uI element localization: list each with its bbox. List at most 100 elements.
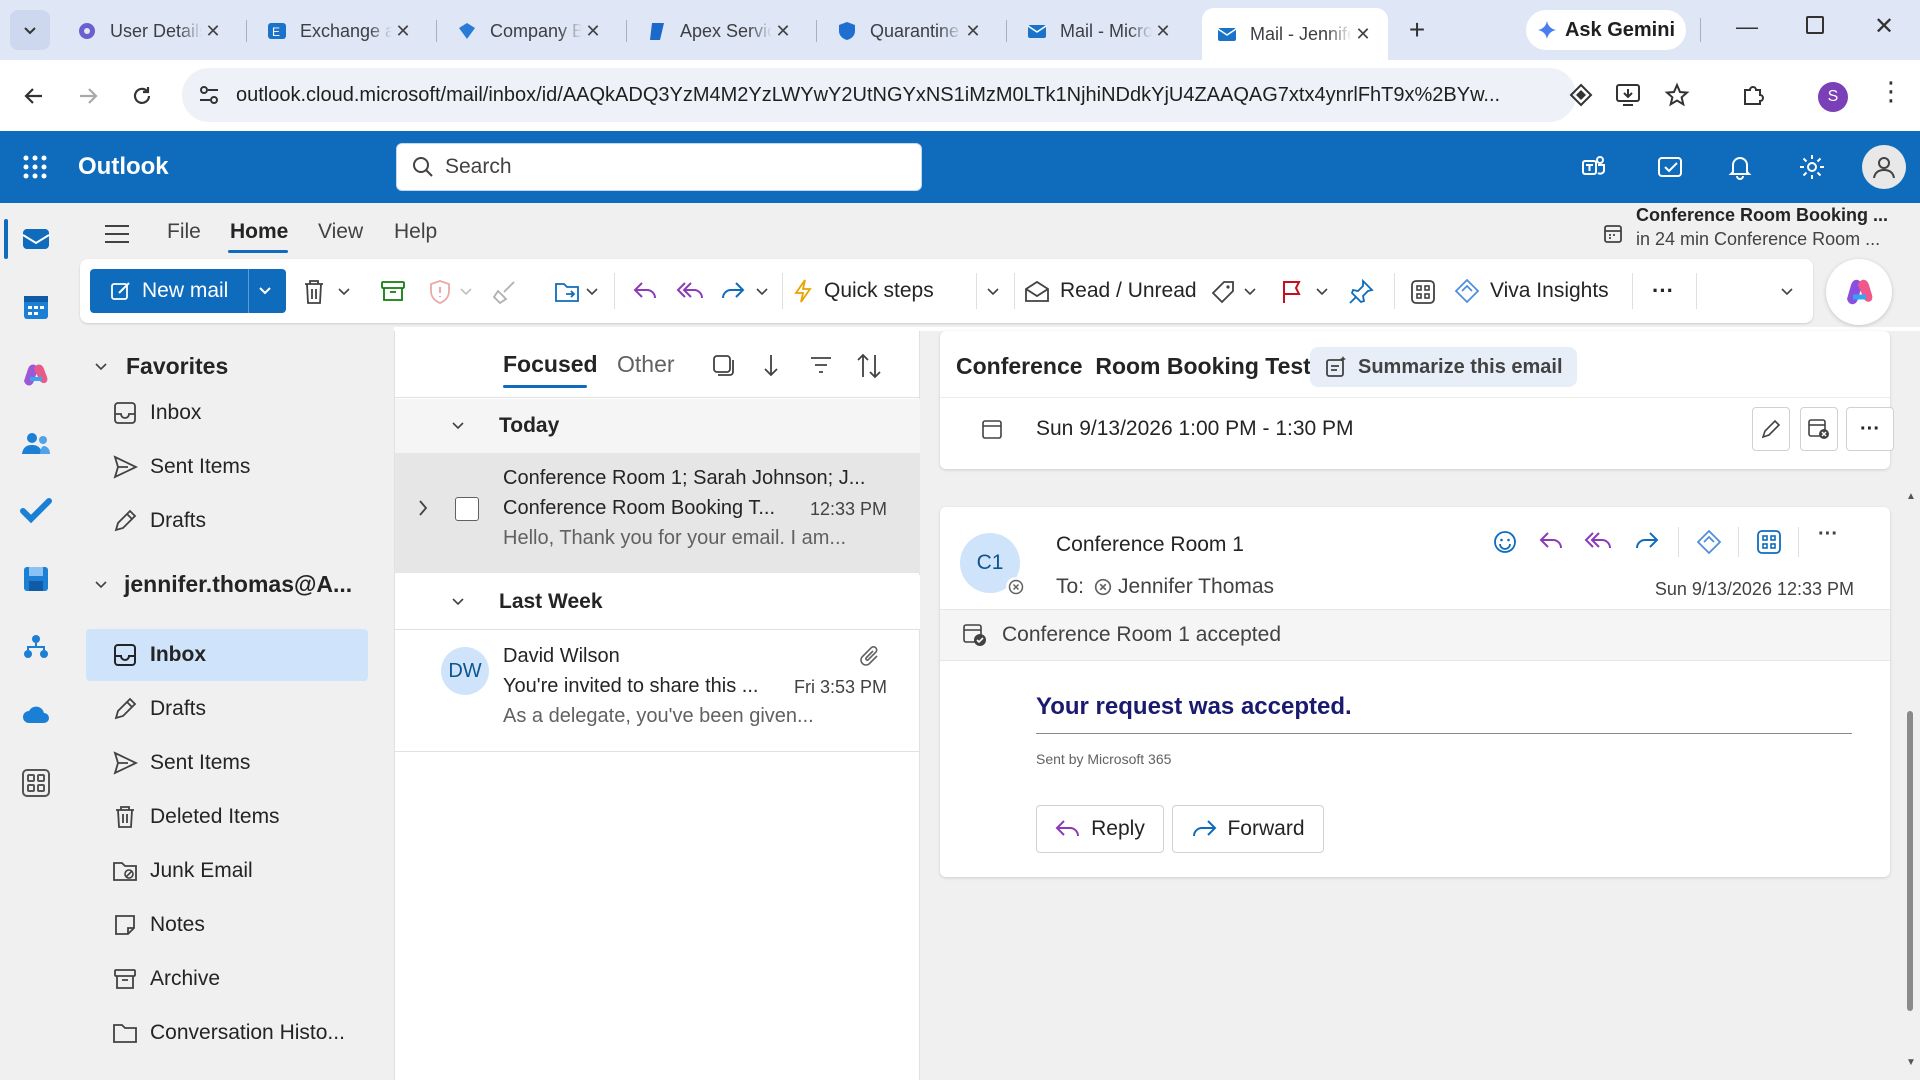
message-more-icon[interactable]: ··· [1818,523,1838,546]
tab-company-branding[interactable]: Company Branding✕ [442,10,618,52]
people-icon[interactable] [20,427,52,459]
menu-help[interactable]: Help [394,220,437,244]
chevron-down-icon[interactable] [1316,287,1328,297]
cancel-event-button[interactable] [1800,407,1838,451]
extensions-puzzle-icon[interactable] [1740,82,1766,108]
folder-sent-items[interactable]: Sent Items [86,737,368,789]
menu-file[interactable]: File [167,220,201,244]
chevron-down-icon[interactable] [986,287,1000,297]
tab-exchange-admin[interactable]: E Exchange admin✕ [252,10,428,52]
more-apps-icon[interactable] [20,767,52,799]
onedrive-cloud-icon[interactable] [20,699,52,731]
browser-menu-icon[interactable]: ⋮ [1878,78,1904,104]
select-mode-icon[interactable] [711,353,735,377]
app-launcher-icon[interactable] [22,154,48,180]
close-icon[interactable]: ✕ [1352,24,1374,45]
close-icon[interactable]: ✕ [392,21,414,42]
folder-notes[interactable]: Notes [86,899,368,951]
reply-all-icon[interactable] [1584,529,1614,553]
summarize-email-button[interactable]: Summarize this email [1310,347,1577,387]
flag-icon[interactable] [1280,279,1304,305]
mail-icon[interactable] [20,223,52,255]
close-window-button[interactable]: ✕ [1874,12,1894,41]
new-mail-button[interactable]: New mail [90,269,286,313]
install-app-icon[interactable] [1614,82,1642,108]
copilot-button[interactable] [1826,259,1892,325]
onedrive-files-icon[interactable] [20,563,52,595]
ask-gemini-button[interactable]: Ask Gemini [1526,10,1686,50]
favorite-sent-items[interactable]: Sent Items [86,441,368,493]
pin-icon[interactable] [1348,279,1374,305]
chevron-down-icon[interactable] [756,287,768,297]
quick-steps-button[interactable]: Quick steps [792,259,934,323]
edit-button[interactable] [1752,407,1790,451]
close-icon[interactable]: ✕ [202,21,224,42]
new-tab-button[interactable]: + [1400,14,1434,48]
bookmark-star-icon[interactable] [1664,82,1690,108]
tag-icon[interactable] [1210,279,1236,305]
viva-insights-button[interactable]: Viva Insights [1454,259,1609,323]
account-avatar[interactable] [1862,145,1906,189]
extension-diamond-icon[interactable] [1568,82,1594,108]
folder-conversation-history[interactable]: Conversation Histo... [86,1007,368,1059]
chevron-down-icon[interactable] [586,287,598,297]
reminder-title[interactable]: Conference Room Booking ... [1636,205,1888,226]
message-checkbox[interactable] [455,497,479,521]
sweep-icon[interactable] [492,279,518,305]
chevron-down-icon[interactable] [338,287,350,297]
tab-mail-jennifer[interactable]: Mail - Jennifer ✕ [1202,8,1388,60]
message-item-selected[interactable]: Conference Room 1; Sarah Johnson; J... C… [395,453,921,573]
close-icon[interactable]: ✕ [1152,21,1174,42]
tab-apex-services[interactable]: Apex Services✕ [632,10,808,52]
to-do-check-icon[interactable] [20,495,52,527]
hamburger-menu-icon[interactable] [104,223,130,245]
forward-icon[interactable] [76,84,100,108]
more-options-button[interactable]: ··· [1652,259,1674,323]
delete-icon[interactable] [302,279,326,305]
forward-icon[interactable] [720,279,746,303]
move-to-folder-icon[interactable] [554,279,582,305]
read-unread-button[interactable]: Read / Unread [1024,259,1197,323]
scrollbar-thumb[interactable] [1907,711,1913,1011]
minimize-button[interactable]: — [1736,14,1758,40]
sort-icon[interactable] [855,353,883,379]
close-icon[interactable]: ✕ [962,21,984,42]
profile-avatar[interactable]: S [1818,82,1848,112]
recipient-name[interactable]: Jennifer Thomas [1118,575,1274,599]
expand-chevron-icon[interactable] [417,499,429,517]
apps-icon[interactable] [1410,279,1436,305]
group-header-today[interactable]: Today [395,399,921,453]
folder-junk-email[interactable]: Junk Email [86,845,368,897]
jump-to-icon[interactable] [761,353,781,379]
chevron-down-icon[interactable] [258,285,272,297]
close-icon[interactable]: ✕ [582,21,604,42]
account-header[interactable]: jennifer.thomas@A... [94,571,352,598]
tab-other[interactable]: Other [617,351,675,378]
forward-icon[interactable] [1634,529,1660,553]
report-shield-icon[interactable] [428,279,452,305]
favorite-drafts[interactable]: Drafts [86,495,368,547]
reload-icon[interactable] [130,84,154,108]
folder-inbox[interactable]: Inbox [86,629,368,681]
reply-button[interactable]: Reply [1036,805,1164,853]
forward-button[interactable]: Forward [1172,805,1324,853]
close-icon[interactable]: ✕ [772,21,794,42]
tab-quarantine[interactable]: Quarantine ✕ [822,10,998,52]
restore-button[interactable] [1806,16,1824,34]
archive-icon[interactable] [380,279,406,303]
folder-deleted-items[interactable]: Deleted Items [86,791,368,843]
calendar-icon[interactable] [20,291,52,323]
chevron-down-icon[interactable] [460,287,472,297]
chevron-down-icon[interactable] [1780,287,1794,297]
reply-icon[interactable] [632,279,658,303]
event-more-button[interactable]: ··· [1846,407,1894,451]
to-do-icon[interactable] [1656,153,1684,181]
reminder-subtitle[interactable]: in 24 min Conference Room ... [1636,229,1880,250]
apps-icon[interactable] [1756,529,1782,555]
reply-icon[interactable] [1538,529,1564,553]
chevron-down-icon[interactable] [1244,287,1256,297]
favorites-header[interactable]: Favorites [94,353,228,380]
menu-home[interactable]: Home [230,220,288,244]
sender-name[interactable]: Conference Room 1 [1056,533,1244,557]
org-explorer-icon[interactable] [20,631,52,663]
